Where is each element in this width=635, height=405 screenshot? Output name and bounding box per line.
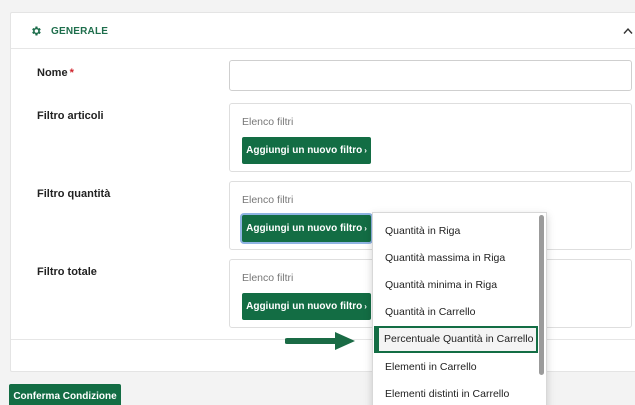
dropdown-item[interactable]: Quantità minima in Riga: [373, 272, 538, 299]
dropdown-item[interactable]: Quantità in Carrello: [373, 299, 538, 326]
filter-list-label: Elenco filtri: [242, 194, 294, 206]
chevron-up-icon[interactable]: [623, 27, 633, 35]
chevron-right-icon: ›: [364, 224, 367, 233]
gear-icon: [32, 26, 41, 36]
section-title: GENERALE: [51, 26, 109, 37]
required-mark: *: [69, 67, 74, 79]
name-label-text: Nome: [37, 67, 68, 79]
section-header[interactable]: GENERALE: [11, 13, 635, 49]
add-filter-label: Aggiungi un nuovo filtro: [246, 223, 363, 234]
confirm-condition-button[interactable]: Conferma Condizione: [9, 384, 121, 405]
highlight-bar: [376, 328, 379, 351]
name-input[interactable]: [229, 60, 632, 91]
chevron-right-icon: ›: [364, 146, 367, 155]
add-filter-totale-button[interactable]: Aggiungi un nuovo filtro ›: [242, 293, 371, 320]
dropdown-item-label: Percentuale Quantità in Carrello: [384, 333, 534, 345]
add-filter-label: Aggiungi un nuovo filtro: [246, 145, 363, 156]
filter-type-dropdown[interactable]: Quantità in Riga Quantità massima in Rig…: [372, 212, 547, 405]
arrow-right-icon: [285, 332, 355, 350]
filter-list-label: Elenco filtri: [242, 116, 294, 128]
filtro-quantita-label: Filtro quantità: [37, 188, 111, 200]
add-filter-label: Aggiungi un nuovo filtro: [246, 301, 363, 312]
filtro-articoli-label: Filtro articoli: [37, 110, 104, 122]
filtro-totale-label: Filtro totale: [37, 266, 97, 278]
filtro-articoli-box: Elenco filtri Aggiungi un nuovo filtro ›: [229, 103, 632, 172]
add-filter-quantita-button[interactable]: Aggiungi un nuovo filtro ›: [242, 215, 371, 242]
dropdown-item[interactable]: Quantità massima in Riga: [373, 245, 538, 272]
filter-list-label: Elenco filtri: [242, 272, 294, 284]
dropdown-item[interactable]: Elementi in Carrello: [373, 354, 538, 381]
dropdown-scrollbar[interactable]: [539, 215, 544, 375]
name-label: Nome *: [37, 67, 74, 79]
dropdown-item[interactable]: Elementi distinti in Carrello: [373, 381, 538, 405]
add-filter-articoli-button[interactable]: Aggiungi un nuovo filtro ›: [242, 137, 371, 164]
dropdown-item-highlighted[interactable]: Percentuale Quantità in Carrello: [374, 326, 538, 353]
dropdown-item[interactable]: Quantità in Riga: [373, 218, 538, 245]
chevron-right-icon: ›: [364, 302, 367, 311]
